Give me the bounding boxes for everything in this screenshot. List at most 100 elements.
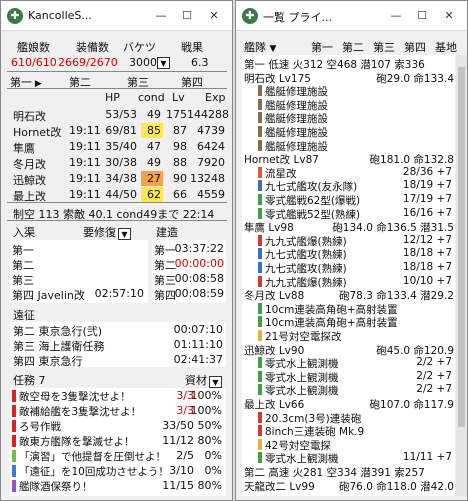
quest-row[interactable]: ろ号作戦 33/50 50%: [12, 419, 224, 434]
maximize-button[interactable]: ☐: [178, 7, 196, 25]
ship-line: 最上改 Lv66 砲107.0 命117.9: [244, 397, 454, 411]
bucket-count: 3000: [129, 56, 157, 69]
fleet-detail-list: 第一 低速 火312 空468 潜107 索336 明石改 Lv175 砲29.0 …: [242, 55, 455, 496]
app-icon: ✚: [7, 8, 23, 24]
equip-line: 九九式艦爆(熟練) 12/12 +7: [244, 234, 454, 248]
close-button[interactable]: ✕: [440, 7, 458, 25]
ensei-time: 01:11:10: [173, 338, 223, 351]
equip-line: 艦艇修理施設: [244, 125, 454, 139]
equip-type-icon: [258, 194, 262, 205]
repair-time: 19:11: [69, 124, 101, 137]
equip-slot: 18/18 +7: [402, 261, 452, 273]
ship-name: 冬月改: [13, 158, 46, 171]
ship-row[interactable]: 最上改 19:11 44/50 62 66 4559: [9, 187, 227, 203]
kenzo-dock-row: 第一 03:37:22: [154, 242, 224, 257]
equip-slot: 2/2 +7: [416, 383, 452, 396]
dock-time: 00:00:00: [174, 257, 224, 270]
minimize-button[interactable]: —: [387, 7, 405, 25]
dock-name: 第四: [154, 289, 176, 302]
dock-time: 03:37:22: [174, 242, 224, 255]
scrollbar[interactable]: [456, 55, 467, 496]
tab-base[interactable]: 基地: [435, 39, 457, 55]
ensei-name: 第二 東京急行(弐): [13, 325, 103, 338]
quest-name: 「演習」で他提督を圧倒せよ！: [19, 451, 166, 463]
ship-cond: 49: [147, 108, 161, 121]
quest-category-marker: [12, 465, 16, 477]
tab-fleet-1[interactable]: 第一: [311, 39, 333, 55]
quest-percent: 0%: [204, 449, 222, 462]
ensei-panel: 第二 東京急行(弐) 00:07:10 第三 海上護衛任務 01:11:10 第四 東京…: [10, 322, 226, 368]
quest-row[interactable]: 艦隊酒保祭り！ 11/15 80%: [12, 479, 224, 494]
bucket-dropdown[interactable]: ▼: [155, 55, 170, 69]
equip-type-icon: [258, 316, 262, 328]
ship-name: 隼鷹: [13, 142, 35, 155]
ship-row[interactable]: Hornet改 19:11 69/81 85 87 4739: [9, 123, 227, 139]
quest-row[interactable]: 「遠征」を10回成功させよう！ 3/10 0%: [12, 464, 224, 479]
nyukyo-panel: 第一 第二 第三 第四 Javelin改 02:57:10: [10, 240, 148, 303]
equip-slot: 18/19 +7: [402, 179, 452, 192]
ship-hp: 35/40: [105, 140, 137, 153]
equip-slot: 18/18 +7: [402, 247, 452, 260]
quest-percent: 100%: [190, 389, 222, 402]
quest-category-marker: [12, 405, 16, 417]
dock-time: 00:08:59: [174, 287, 224, 300]
equip-type-icon: [258, 384, 262, 396]
ensei-time: 00:07:10: [173, 323, 223, 336]
equip-line: 零式水上観測機 11/11 +7: [244, 451, 454, 465]
equip-line: 艦艇修理施設: [244, 139, 454, 153]
equip-type-icon: [258, 248, 262, 260]
ship-exp: 144288: [187, 108, 229, 121]
equip-type-icon: [258, 262, 262, 273]
close-button[interactable]: ✕: [205, 7, 223, 25]
ship-cond: 49: [147, 156, 161, 169]
quest-progress: 2/5: [176, 449, 194, 462]
equip-line: 10cm連装高角砲+高射装置: [244, 302, 454, 316]
minimize-button[interactable]: —: [152, 7, 170, 25]
equip-type-icon: [258, 139, 262, 151]
ship-lv: 87: [173, 124, 187, 137]
scrollbar-thumb[interactable]: [458, 67, 465, 427]
quest-progress: 3/3: [176, 389, 194, 402]
ship-hp: 30/38: [105, 156, 137, 169]
ship-row[interactable]: 隼鷹 19:11 35/40 47 98 6424: [9, 139, 227, 155]
chevron-down-icon: ▼: [269, 44, 277, 54]
tab-fleet-3[interactable]: 第三: [373, 39, 395, 55]
equip-slot: 11/11 +7: [402, 451, 452, 464]
ship-exp: 13248: [190, 172, 225, 185]
ship-row[interactable]: 冬月改 19:11 30/38 49 88 7920: [9, 155, 227, 171]
quest-row[interactable]: 敵空母を3隻撃沈せよ！ 3/3 100%: [12, 389, 224, 404]
ship-row[interactable]: 迅鯨改 19:11 34/38 27 90 13248: [9, 171, 227, 187]
window-title: KancolleS...: [28, 9, 92, 22]
equip-type-icon: [258, 438, 262, 450]
nyukyo-dock-row: 第二: [12, 257, 146, 272]
app-icon: ✚: [242, 8, 258, 24]
ship-row[interactable]: 明石改 53/53 49 175 144288: [9, 107, 229, 123]
fleet-select[interactable]: 艦隊 ▼: [244, 39, 276, 55]
dock-time: 02:57:10: [94, 287, 144, 300]
resource-dropdown[interactable]: 資材 ▼: [185, 372, 222, 388]
col-hp: HP: [105, 91, 120, 104]
fleet-header: 第一 低速 火312 空468 潜107 索336: [244, 57, 454, 71]
maximize-button[interactable]: ☐: [413, 7, 431, 25]
repair-needed-dropdown[interactable]: 要修復 ▼: [83, 224, 131, 240]
dock-name: 第一: [12, 244, 34, 257]
quest-row[interactable]: 「演習」で他提督を圧倒せよ！ 2/5 0%: [12, 449, 224, 464]
kenzo-label: 建造: [156, 226, 178, 239]
ensei-time: 02:41:37: [173, 353, 223, 366]
kenzo-dock-row: 第三 00:08:58: [154, 272, 224, 287]
quest-row[interactable]: 敵補給艦を3隻撃沈せよ！ 3/3 100%: [12, 404, 224, 419]
tab-fleet-2[interactable]: 第二: [342, 39, 364, 55]
ship-line: 冬月改 Lv88 砲78.3 命133.4 潜29.2: [244, 288, 454, 302]
ship-name: Hornet改: [13, 126, 62, 139]
tab-fleet-4[interactable]: 第四: [404, 39, 426, 55]
quest-progress: 11/15: [162, 479, 194, 492]
equip-line: 42号対空電探: [244, 438, 454, 452]
dock-name: 第一: [154, 244, 176, 257]
quest-row[interactable]: 敵東方艦隊を撃滅せよ！ 11/12 80%: [12, 434, 224, 449]
quest-name: 敵空母を3隻撃沈せよ！: [19, 391, 131, 403]
ship-lv: 88: [173, 156, 187, 169]
quest-category-marker: [12, 435, 16, 447]
title-bar: ✚ KancolleS... — ☐ ✕: [1, 1, 232, 31]
equip-type-icon: [258, 112, 262, 124]
equip-line: 九九式艦爆(熟練) 10/10 +7: [244, 275, 454, 289]
